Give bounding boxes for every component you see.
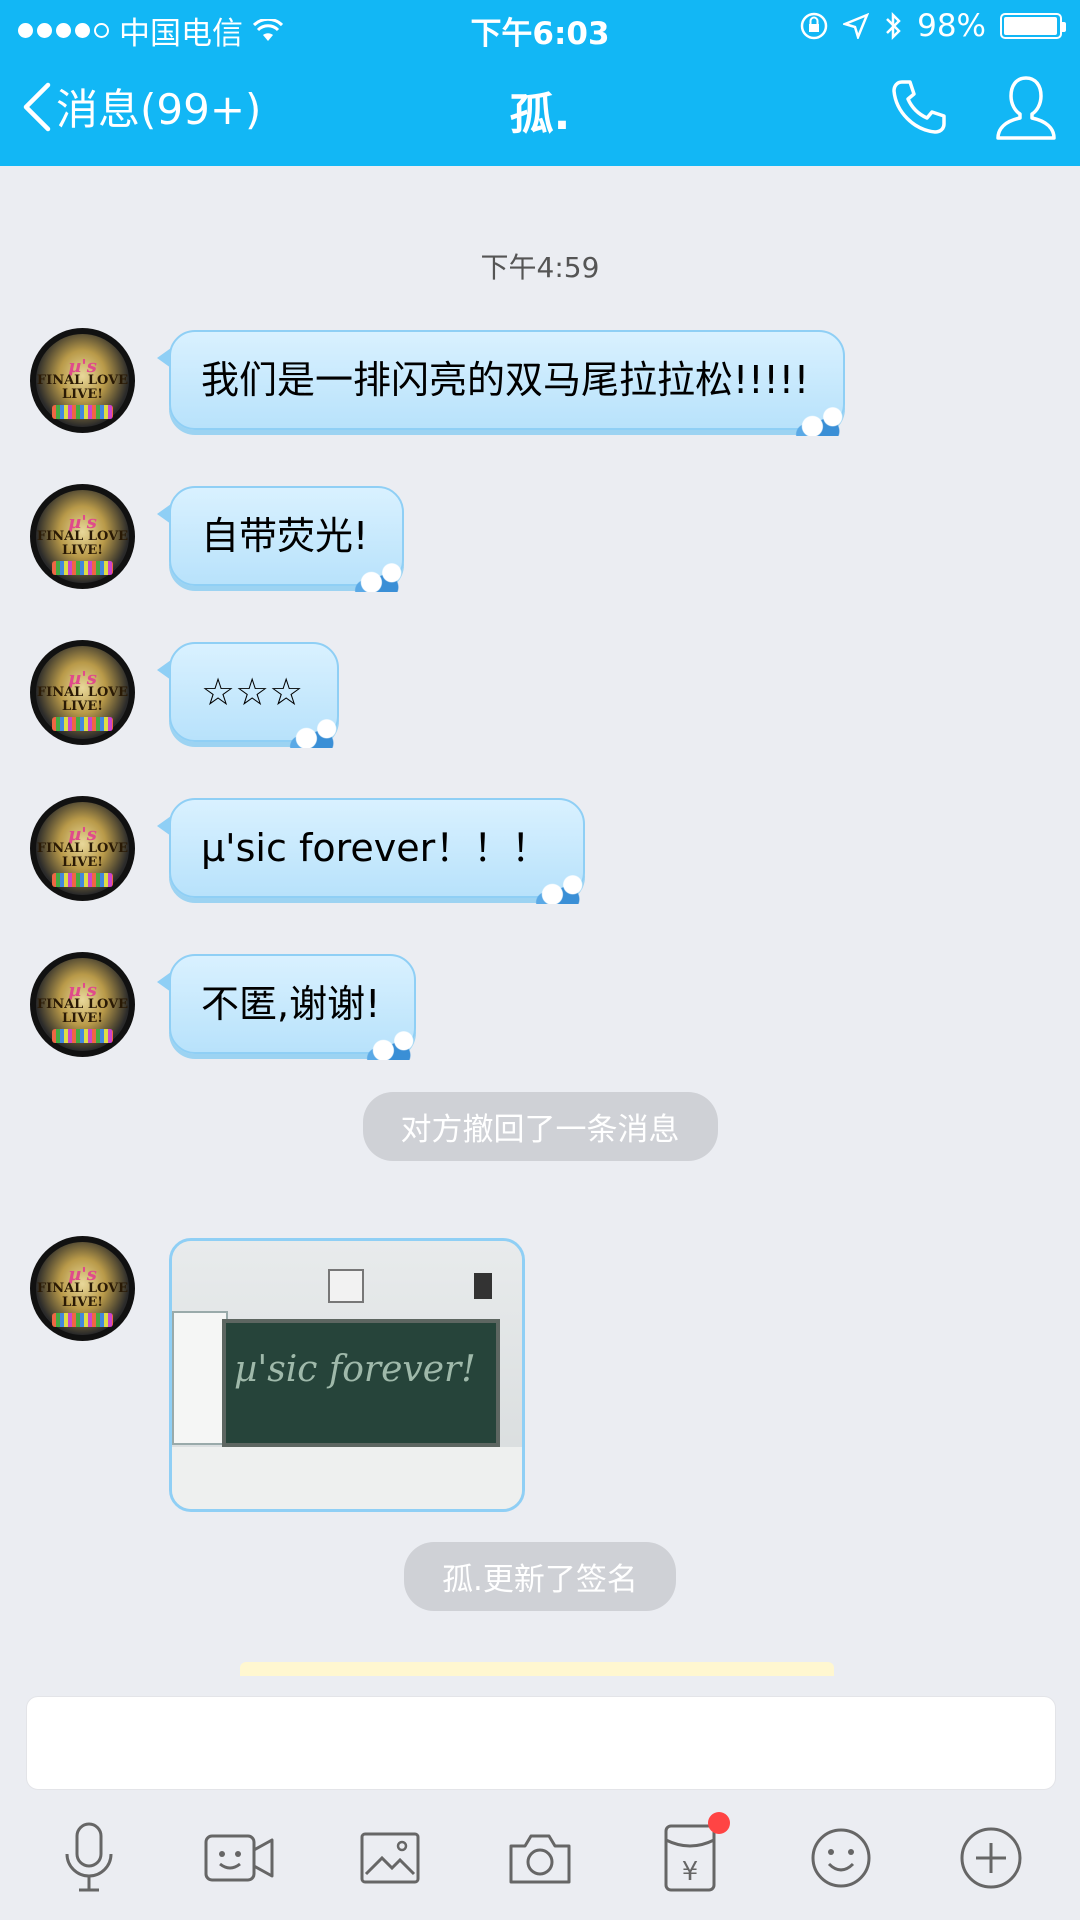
chalkboard-text: µ'sic forever! xyxy=(234,1349,476,1390)
battery-percent: 98% xyxy=(917,8,986,44)
signature-notice-text: 孤.更新了签名 xyxy=(404,1542,676,1611)
avatar[interactable]: µ's FINAL LOVE LIVE! xyxy=(30,328,135,433)
battery-icon xyxy=(1000,13,1066,39)
recall-notice-text: 对方撤回了一条消息 xyxy=(362,1092,718,1161)
video-icon xyxy=(204,1834,274,1882)
location-icon xyxy=(843,13,870,39)
red-packet-button[interactable]: ¥ xyxy=(650,1812,731,1898)
signature-notice: 孤.更新了签名 xyxy=(0,1542,1080,1611)
input-toolbar: ¥ xyxy=(0,1796,1080,1920)
message-bubble[interactable]: 不匿,谢谢! xyxy=(156,954,425,1060)
notification-dot xyxy=(708,1812,731,1834)
speaker-icon xyxy=(474,1273,492,1299)
status-right: 98% xyxy=(799,8,1066,44)
voice-button[interactable] xyxy=(49,1818,129,1898)
message-input[interactable] xyxy=(26,1696,1056,1790)
rotation-lock-icon xyxy=(800,12,828,40)
message-row: µ's FINAL LOVE LIVE! µ'sic forever! xyxy=(30,1236,525,1512)
top-bar: 中国电信 下午6:03 98% 消息(99+) 孤. xyxy=(0,0,1080,166)
message-row: µ's FINAL LOVE LIVE! 自带荧光! xyxy=(30,484,413,592)
message-timestamp: 下午4:59 xyxy=(480,251,600,284)
message-row: µ's FINAL LOVE LIVE! 不匿,谢谢! xyxy=(30,952,425,1060)
avatar[interactable]: µ's FINAL LOVE LIVE! xyxy=(30,640,135,745)
message-bubble[interactable]: µ'sic forever！！！ xyxy=(156,798,594,904)
clock-icon xyxy=(328,1269,364,1303)
camera-icon xyxy=(509,1834,571,1884)
avatar[interactable]: µ's FINAL LOVE LIVE! xyxy=(30,952,135,1057)
avatar[interactable]: µ's FINAL LOVE LIVE! xyxy=(30,1236,135,1341)
phone-icon xyxy=(892,80,946,134)
message-row: µ's FINAL LOVE LIVE! ☆☆☆ xyxy=(30,640,348,748)
photo-message[interactable]: µ'sic forever! xyxy=(169,1238,525,1512)
yuan-symbol: ¥ xyxy=(682,1857,699,1887)
call-button[interactable] xyxy=(888,76,950,142)
message-bubble[interactable]: 我们是一排闪亮的双马尾拉拉松!!!!! xyxy=(156,330,854,436)
nav-bar: 消息(99+) 孤. xyxy=(0,66,1080,156)
image-icon xyxy=(360,1832,420,1884)
partial-message-bubble xyxy=(240,1662,834,1676)
plus-icon xyxy=(960,1827,1022,1889)
message-row: µ's FINAL LOVE LIVE! 我们是一排闪亮的双马尾拉拉松!!!!! xyxy=(30,328,854,436)
avatar[interactable]: µ's FINAL LOVE LIVE! xyxy=(30,796,135,901)
more-button[interactable] xyxy=(951,1818,1031,1898)
album-button[interactable] xyxy=(350,1818,430,1898)
profile-button[interactable] xyxy=(994,72,1058,148)
emoji-icon xyxy=(811,1828,871,1888)
recall-notice: 对方撤回了一条消息 xyxy=(0,1092,1080,1161)
microphone-icon xyxy=(65,1822,113,1892)
red-packet-icon: ¥ xyxy=(664,1824,716,1892)
video-call-button[interactable] xyxy=(199,1818,279,1898)
status-bar: 中国电信 下午6:03 98% xyxy=(0,0,1080,54)
emoji-button[interactable] xyxy=(801,1818,881,1898)
avatar[interactable]: µ's FINAL LOVE LIVE! xyxy=(30,484,135,589)
person-icon xyxy=(996,76,1056,140)
message-bubble[interactable]: 自带荧光! xyxy=(156,486,413,592)
message-bubble[interactable]: ☆☆☆ xyxy=(156,642,348,748)
camera-button[interactable] xyxy=(500,1818,580,1898)
message-row: µ's FINAL LOVE LIVE! µ'sic forever！！！ xyxy=(30,796,594,904)
bluetooth-icon xyxy=(886,11,901,41)
